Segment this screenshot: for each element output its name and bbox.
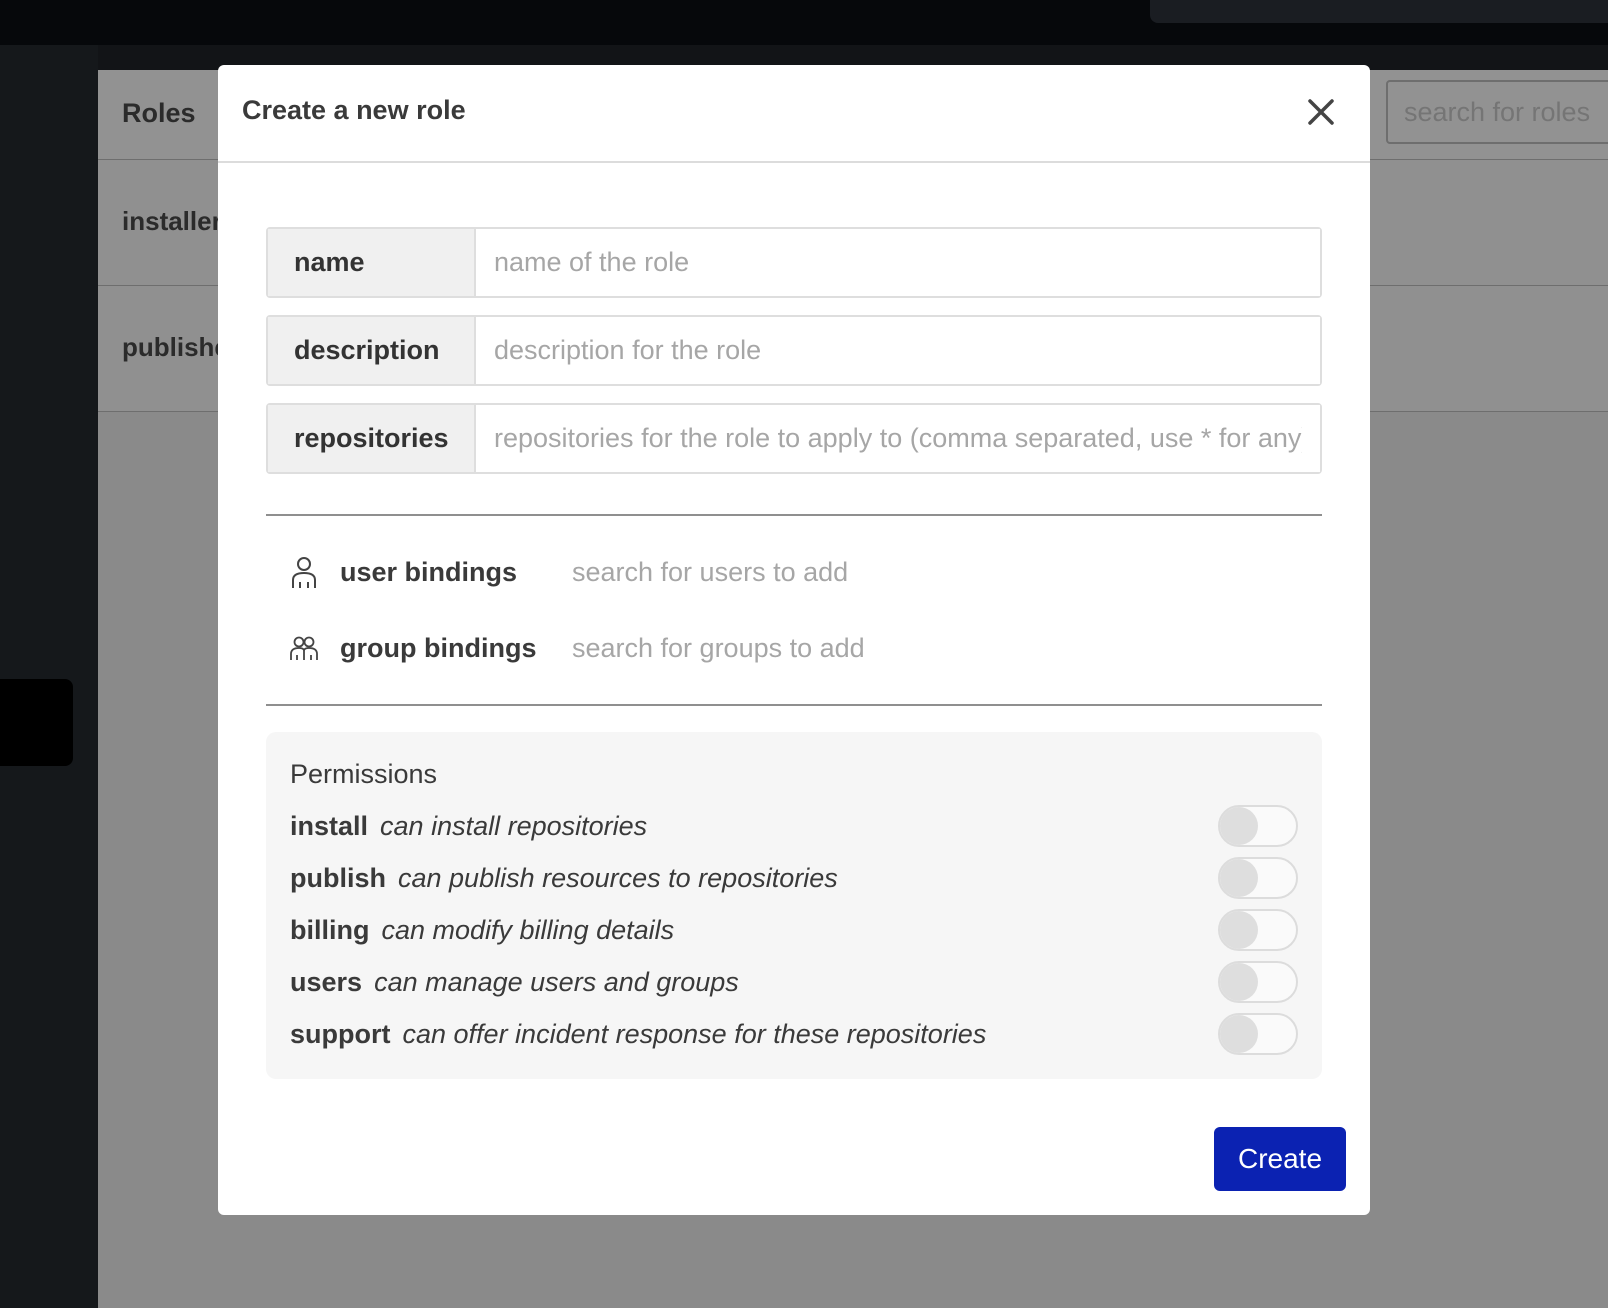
repositories-label: repositories (268, 405, 476, 472)
permission-name: billing (290, 915, 370, 945)
support-toggle[interactable] (1218, 1013, 1298, 1055)
permission-row-billing: billing can modify billing details (290, 909, 1300, 953)
permission-name: publish (290, 863, 386, 893)
permission-row-users: users can manage users and groups (290, 961, 1300, 1005)
role-name: installer (122, 206, 222, 236)
permission-row-support: support can offer incident response for t… (290, 1013, 1300, 1057)
close-icon (1308, 99, 1334, 125)
roles-title: Roles (122, 98, 196, 128)
permission-row-install: install can install repositories (290, 805, 1300, 849)
name-label: name (268, 229, 476, 296)
create-role-modal: Create a new role name description repos… (218, 65, 1370, 1215)
description-input[interactable] (476, 317, 1320, 384)
top-bar (0, 0, 1608, 45)
sidebar-active-item[interactable] (0, 679, 73, 766)
group-icon (288, 630, 320, 666)
description-label: description (268, 317, 476, 384)
publish-toggle[interactable] (1218, 857, 1298, 899)
permissions-panel: Permissions install can install repositor… (266, 732, 1322, 1079)
section-divider (266, 514, 1322, 516)
user-bindings-row: user bindings (288, 552, 1288, 592)
create-button[interactable]: Create (1214, 1127, 1346, 1191)
toggle-knob (1220, 963, 1258, 1001)
permission-description: can manage users and groups (374, 967, 739, 997)
billing-toggle[interactable] (1218, 909, 1298, 951)
permission-name: support (290, 1019, 391, 1049)
global-search-bar[interactable] (1150, 0, 1608, 23)
toggle-knob (1220, 1015, 1258, 1053)
install-toggle[interactable] (1218, 805, 1298, 847)
permission-description: can modify billing details (381, 915, 675, 945)
permissions-title: Permissions (290, 759, 438, 789)
name-input[interactable] (476, 229, 1320, 296)
modal-header: Create a new role (218, 65, 1370, 163)
group-bindings-label: group bindings (340, 632, 537, 663)
permission-name: install (290, 811, 369, 841)
close-button[interactable] (1296, 87, 1346, 137)
users-toggle[interactable] (1218, 961, 1298, 1003)
modal-title: Create a new role (242, 95, 466, 125)
repositories-field-group: repositories (266, 403, 1322, 474)
permission-row-publish: publish can publish resources to reposito… (290, 857, 1300, 901)
permission-name: users (290, 967, 363, 997)
permission-description: can publish resources to repositories (398, 863, 838, 893)
permission-description: can install repositories (380, 811, 648, 841)
toggle-knob (1220, 807, 1258, 845)
repositories-input[interactable] (476, 405, 1320, 472)
section-divider (266, 704, 1322, 706)
description-field-group: description (266, 315, 1322, 386)
group-bindings-row: group bindings (288, 628, 1288, 668)
group-search-input[interactable] (572, 632, 1272, 664)
left-sidebar (0, 45, 98, 1308)
toggle-knob (1220, 859, 1258, 897)
user-icon (288, 554, 320, 590)
user-search-input[interactable] (572, 556, 1272, 588)
permission-description: can offer incident response for these re… (402, 1019, 987, 1049)
user-bindings-label: user bindings (340, 556, 518, 587)
toggle-knob (1220, 911, 1258, 949)
name-field-group: name (266, 227, 1322, 298)
roles-search-input[interactable] (1386, 80, 1608, 144)
